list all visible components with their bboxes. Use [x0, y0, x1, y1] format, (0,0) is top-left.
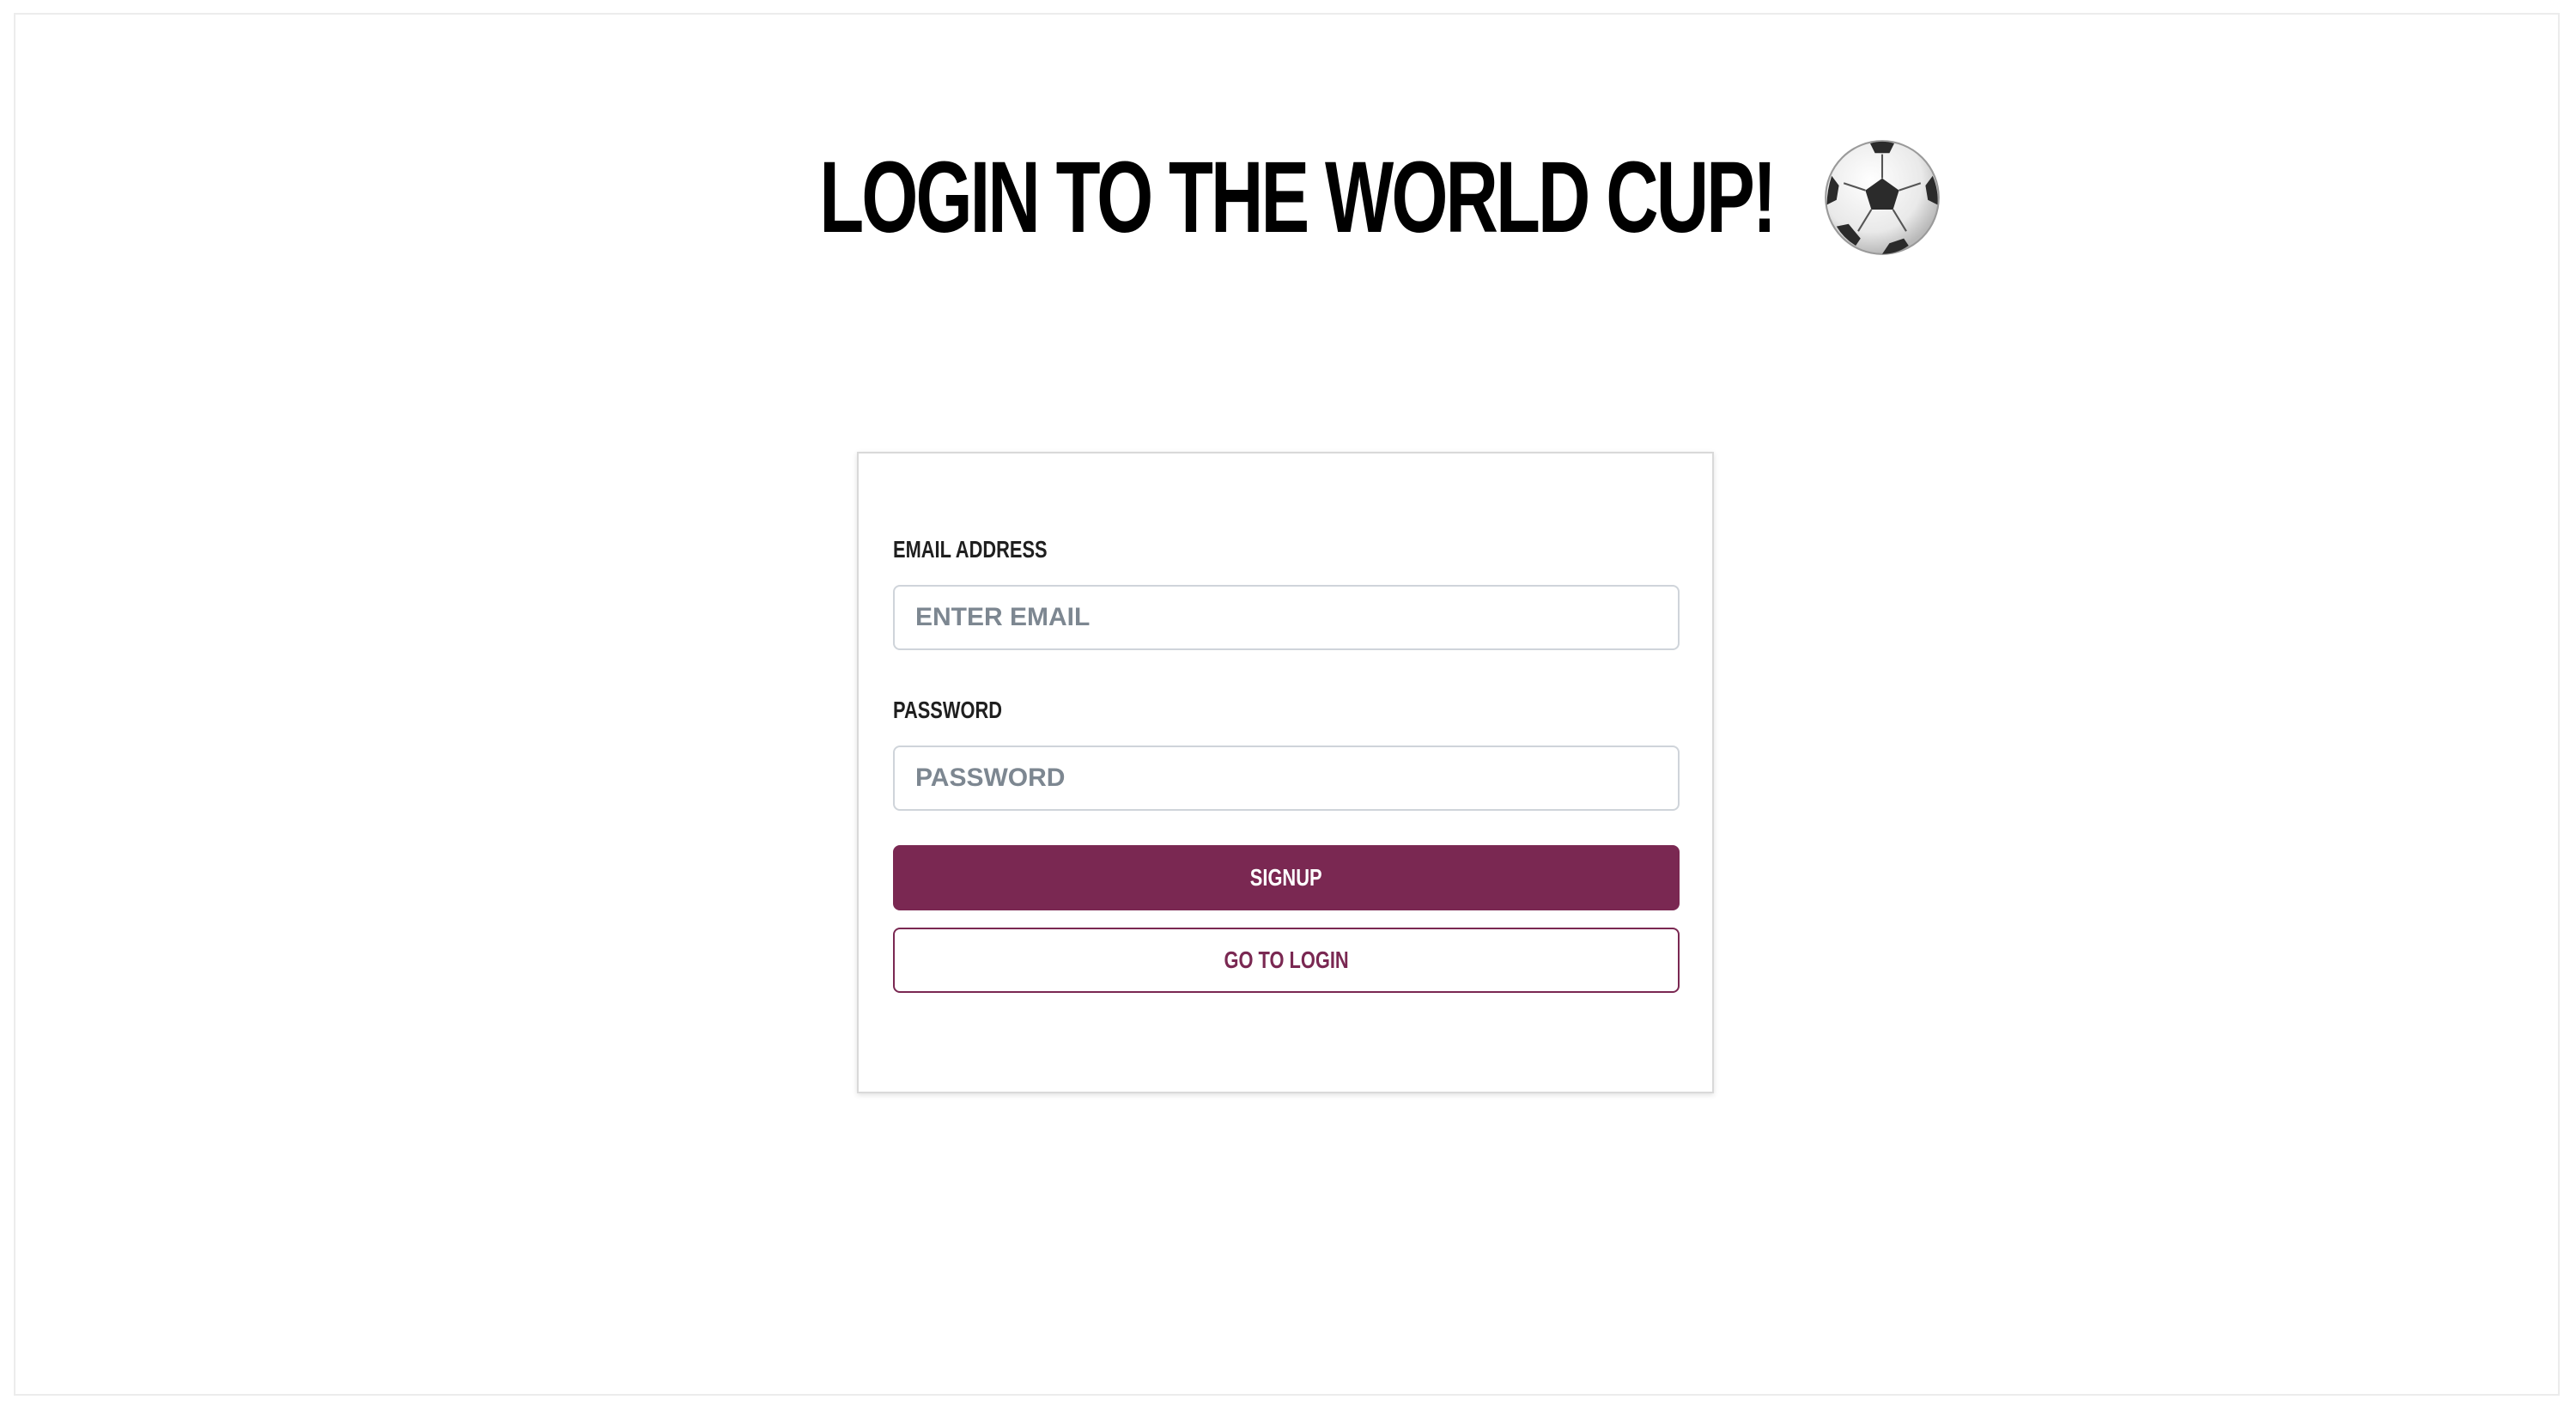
signup-card: EMAIL ADDRESS PASSWORD SIGNUP GO TO LOGI… [857, 452, 1714, 1093]
header: LOGIN TO THE WORLD CUP! [0, 120, 2576, 275]
password-field[interactable] [893, 746, 1680, 811]
go-to-login-button[interactable]: GO TO LOGIN [893, 928, 1680, 993]
password-label: PASSWORD [893, 697, 1003, 723]
soccer-ball-icon [1822, 137, 1942, 258]
page-title: LOGIN TO THE WORLD CUP! [818, 141, 1777, 254]
email-field[interactable] [893, 585, 1680, 650]
signup-button[interactable]: SIGNUP [893, 845, 1680, 910]
go-to-login-button-label: GO TO LOGIN [1224, 946, 1349, 973]
email-label: EMAIL ADDRESS [893, 536, 1048, 563]
signup-button-label: SIGNUP [1250, 864, 1322, 891]
